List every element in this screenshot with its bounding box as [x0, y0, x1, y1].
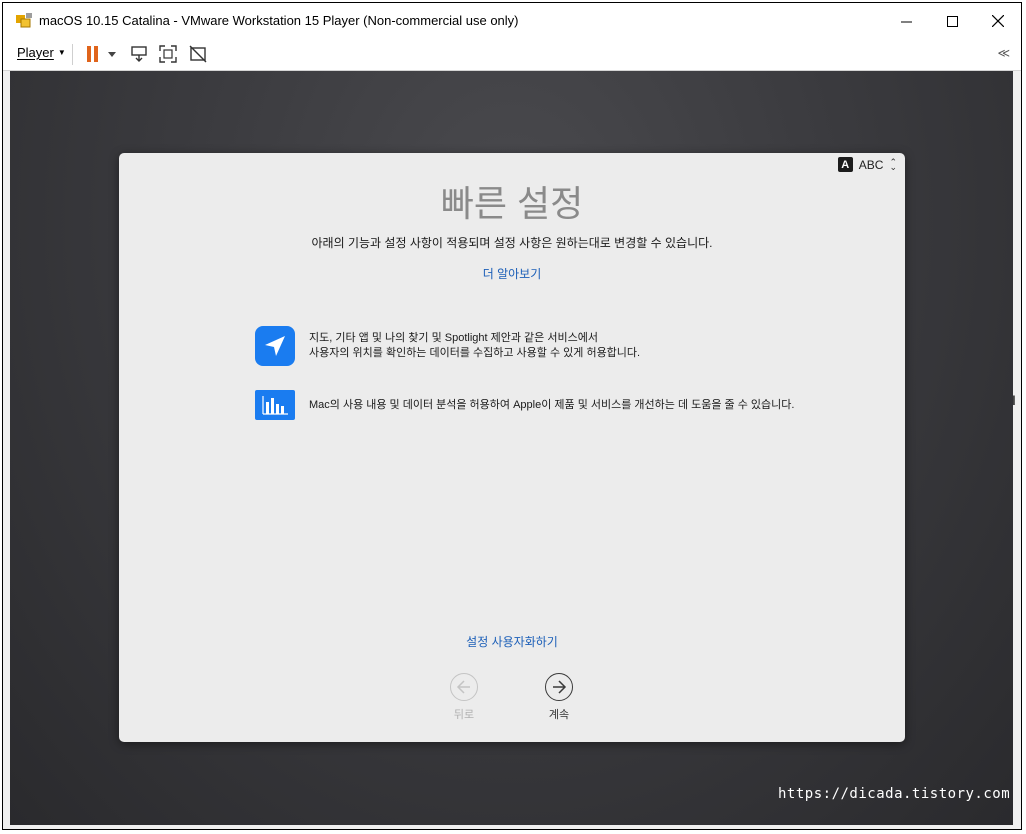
send-ctrl-alt-del-icon[interactable] — [129, 44, 149, 64]
maximize-icon — [946, 15, 958, 27]
back-arrow-icon — [450, 673, 478, 701]
pause-dropdown-icon[interactable] — [105, 44, 119, 64]
close-icon — [992, 15, 1004, 27]
forward-arrow-icon — [545, 673, 573, 701]
title-bar: macOS 10.15 Catalina - VMware Workstatio… — [3, 3, 1021, 39]
player-menu-label: Player — [17, 45, 54, 60]
location-arrow-icon — [255, 326, 295, 366]
learn-more-link[interactable]: 더 알아보기 — [119, 265, 905, 282]
customize-settings-link[interactable]: 설정 사용자화하기 — [119, 633, 905, 650]
input-source-badge: A — [837, 157, 853, 172]
back-button[interactable]: 뒤로 — [434, 673, 494, 722]
quick-setup-panel: A ABC ⌃ ⌄ 빠른 설정 아래의 기능과 설정 사항이 적용되며 설정 사항… — [119, 153, 905, 742]
page-title: 빠른 설정 — [440, 183, 584, 224]
continue-button[interactable]: 계속 — [529, 673, 589, 722]
chevron-down-icon: ▼ — [57, 48, 66, 57]
feature-location: 지도, 기타 앱 및 나의 찾기 및 Spotlight 제안과 같은 서비스에… — [255, 326, 640, 366]
continue-label: 계속 — [548, 709, 570, 721]
feature-analytics-line1: Mac의 사용 내용 및 데이터 분석을 허용하여 Apple이 제품 및 서비… — [309, 398, 795, 411]
player-toolbar: Player ▼ ≪ — [3, 39, 1021, 71]
analytics-bar-chart-icon — [255, 390, 295, 420]
input-source-menu[interactable]: A ABC ⌃ ⌄ — [837, 156, 897, 172]
feature-location-line1: 지도, 기타 앱 및 나의 찾기 및 Spotlight 제안과 같은 서비스에… — [309, 332, 598, 344]
full-screen-icon[interactable] — [158, 44, 178, 64]
blog-watermark: https://dicada.tistory.com — [778, 786, 1011, 802]
back-label: 뒤로 — [453, 709, 475, 721]
window-title: macOS 10.15 Catalina - VMware Workstatio… — [39, 13, 519, 28]
unity-mode-icon[interactable] — [188, 44, 208, 64]
input-source-label: ABC — [858, 157, 884, 172]
text-cursor-icon: I — [1012, 392, 1016, 408]
up-down-chevron-icon: ⌃ ⌄ — [889, 156, 897, 172]
minimize-icon — [900, 21, 912, 22]
player-menu[interactable]: Player ▼ — [17, 45, 66, 60]
collapse-toolbar-icon[interactable]: ≪ — [997, 46, 1009, 60]
close-button[interactable] — [975, 3, 1021, 39]
feature-location-line2: 사용자의 위치를 확인하는 데이터를 수집하고 사용할 수 있게 허용합니다. — [309, 347, 641, 359]
vmware-app-icon — [16, 13, 32, 28]
toolbar-divider — [72, 44, 73, 65]
pause-icon[interactable] — [83, 44, 103, 64]
minimize-button[interactable] — [883, 3, 929, 39]
feature-analytics: Mac의 사용 내용 및 데이터 분석을 허용하여 Apple이 제품 및 서비… — [255, 390, 794, 420]
maximize-button[interactable] — [929, 3, 975, 39]
page-subtitle: 아래의 기능과 설정 사항이 적용되며 설정 사항은 원하는대로 변경할 수 있… — [311, 236, 713, 250]
